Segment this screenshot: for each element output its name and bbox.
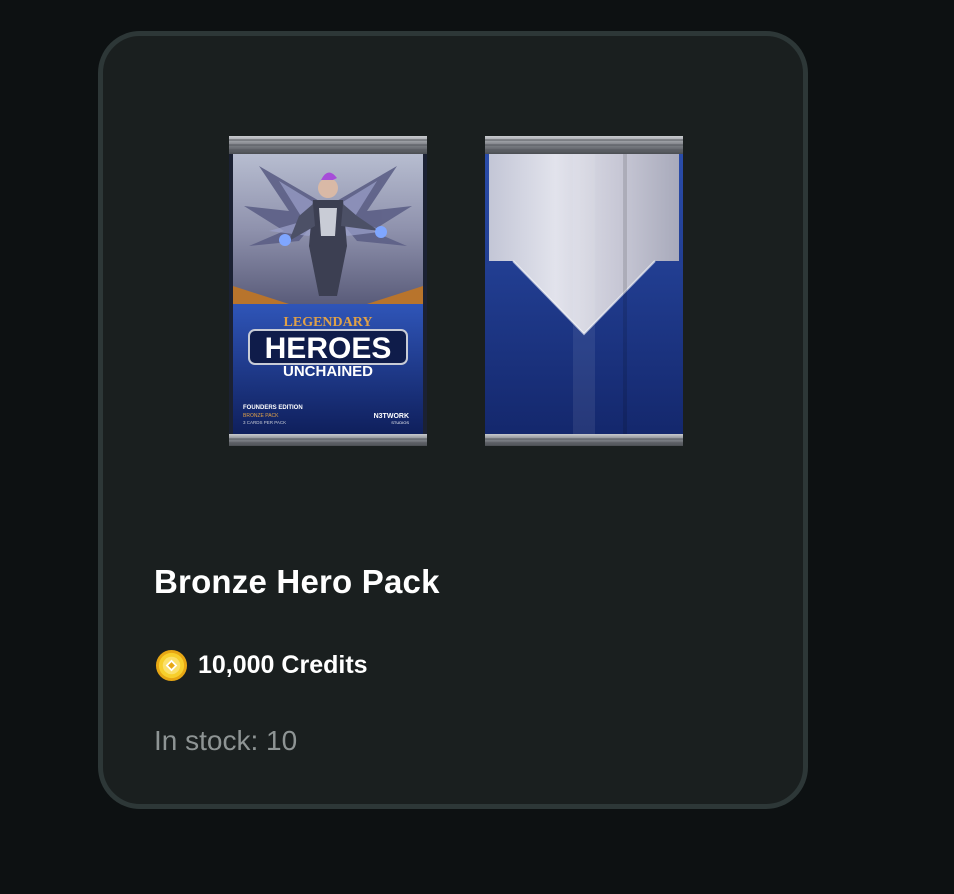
product-title: Bronze Hero Pack [154, 563, 440, 600]
pack-cards-per-pack: 3 CARDS PER PACK [243, 420, 286, 425]
pack-logo-sub: UNCHAINED [283, 363, 373, 380]
product-card[interactable]: LEGENDARY HEROES UNCHAINED FOUNDERS EDIT… [98, 31, 808, 809]
price-row: 10,000 Credits [155, 647, 368, 683]
pack-back-image [485, 136, 683, 446]
pack-logo-main: HEROES [265, 332, 392, 365]
pack-studio: N3TWORK [374, 413, 409, 420]
pack-type: BRONZE PACK [243, 413, 279, 419]
stock-label: In stock: 10 [154, 725, 298, 756]
pack-studio-sub: STUDIOS [391, 420, 409, 425]
pack-edition: FOUNDERS EDITION [243, 405, 303, 411]
price-label: 10,000 Credits [198, 650, 368, 679]
credit-coin-icon [155, 649, 188, 681]
pack-front-image: LEGENDARY HEROES UNCHAINED FOUNDERS EDIT… [229, 136, 427, 446]
pack-logo-top: LEGENDARY [284, 315, 373, 330]
